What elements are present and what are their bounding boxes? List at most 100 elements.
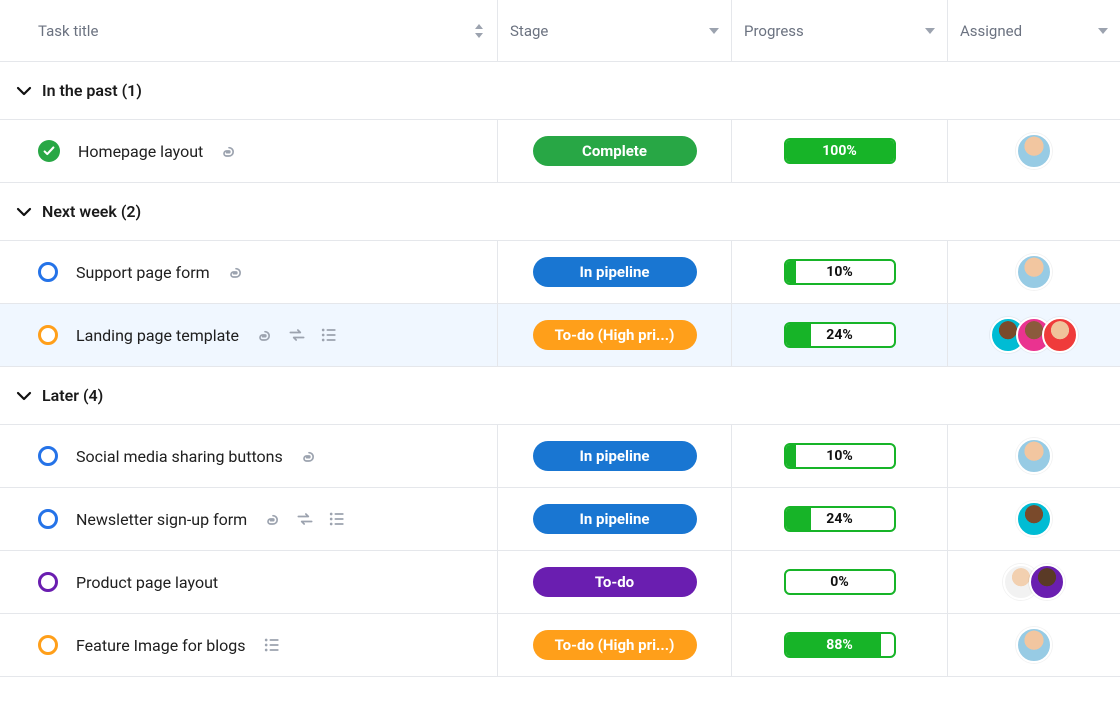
task-progress-cell: 10% bbox=[732, 241, 948, 303]
avatar[interactable] bbox=[1016, 627, 1052, 663]
avatar[interactable] bbox=[1029, 564, 1065, 600]
task-assigned-cell bbox=[948, 488, 1120, 550]
stage-label: To-do bbox=[595, 573, 634, 591]
status-circle-icon[interactable] bbox=[38, 446, 58, 466]
progress-bar[interactable]: 24% bbox=[784, 322, 896, 348]
column-header-assigned[interactable]: Assigned bbox=[948, 0, 1120, 61]
chevron-down-icon[interactable] bbox=[16, 388, 32, 404]
sort-icon[interactable] bbox=[473, 23, 485, 39]
avatar[interactable] bbox=[1016, 438, 1052, 474]
stage-pill[interactable]: To-do bbox=[533, 567, 697, 597]
task-name[interactable]: Newsletter sign-up form bbox=[76, 510, 247, 529]
assignee-avatars bbox=[1016, 254, 1052, 290]
task-row[interactable]: Product page layout To-do 0% bbox=[0, 551, 1120, 614]
stage-pill[interactable]: In pipeline bbox=[533, 257, 697, 287]
progress-bar[interactable]: 24% bbox=[784, 506, 896, 532]
task-name[interactable]: Support page form bbox=[76, 263, 210, 282]
group-header[interactable]: Next week (2) bbox=[0, 183, 1120, 241]
chevron-down-icon[interactable] bbox=[16, 83, 32, 99]
task-row[interactable]: Newsletter sign-up form In pipeline 24% bbox=[0, 488, 1120, 551]
status-circle-icon[interactable] bbox=[38, 262, 58, 282]
progress-value: 0% bbox=[786, 571, 894, 593]
task-stage-cell: To-do bbox=[498, 551, 732, 613]
stage-label: In pipeline bbox=[580, 447, 650, 465]
progress-bar[interactable]: 10% bbox=[784, 259, 896, 285]
stage-pill[interactable]: To-do (High pri...) bbox=[533, 630, 697, 660]
group-header[interactable]: In the past (1) bbox=[0, 62, 1120, 120]
stage-label: To-do (High pri...) bbox=[555, 636, 675, 654]
caret-down-icon[interactable] bbox=[925, 28, 935, 34]
column-header-stage[interactable]: Stage bbox=[498, 0, 732, 61]
stage-label: In pipeline bbox=[580, 263, 650, 281]
task-row[interactable]: Landing page template To-do (High pri...… bbox=[0, 304, 1120, 367]
stage-pill[interactable]: To-do (High pri...) bbox=[533, 320, 697, 350]
progress-value: 10% bbox=[786, 445, 894, 467]
task-progress-cell: 10% bbox=[732, 425, 948, 487]
chevron-down-icon[interactable] bbox=[16, 204, 32, 220]
task-title-cell: Landing page template bbox=[0, 304, 498, 366]
stage-label: Complete bbox=[582, 142, 647, 160]
status-circle-icon[interactable] bbox=[38, 509, 58, 529]
task-stage-cell: Complete bbox=[498, 120, 732, 182]
task-assigned-cell bbox=[948, 614, 1120, 676]
task-name[interactable]: Landing page template bbox=[76, 326, 239, 345]
progress-bar[interactable]: 88% bbox=[784, 632, 896, 658]
progress-bar[interactable]: 0% bbox=[784, 569, 896, 595]
task-name[interactable]: Feature Image for blogs bbox=[76, 636, 246, 655]
task-row[interactable]: Homepage layout Complete 100% bbox=[0, 120, 1120, 183]
stage-pill[interactable]: In pipeline bbox=[533, 441, 697, 471]
progress-bar[interactable]: 100% bbox=[784, 138, 896, 164]
avatar[interactable] bbox=[1042, 317, 1078, 353]
column-header-label: Assigned bbox=[960, 22, 1022, 40]
progress-bar[interactable]: 10% bbox=[784, 443, 896, 469]
task-name[interactable]: Homepage layout bbox=[78, 142, 203, 161]
task-progress-cell: 88% bbox=[732, 614, 948, 676]
status-circle-icon[interactable] bbox=[38, 635, 58, 655]
column-header-title[interactable]: Task title bbox=[0, 0, 498, 61]
attachment-icon bbox=[226, 262, 246, 282]
group-header[interactable]: Later (4) bbox=[0, 367, 1120, 425]
assignee-avatars bbox=[990, 317, 1078, 353]
task-row[interactable]: Social media sharing buttons In pipeline… bbox=[0, 425, 1120, 488]
task-indicator-icons bbox=[299, 446, 319, 466]
recurring-icon bbox=[287, 325, 307, 345]
attachment-icon bbox=[263, 509, 283, 529]
caret-down-icon[interactable] bbox=[1098, 28, 1108, 34]
task-stage-cell: In pipeline bbox=[498, 425, 732, 487]
progress-value: 10% bbox=[786, 261, 894, 283]
attachment-icon bbox=[219, 141, 239, 161]
assignee-avatars bbox=[1016, 438, 1052, 474]
task-title-cell: Social media sharing buttons bbox=[0, 425, 498, 487]
recurring-icon bbox=[295, 509, 315, 529]
subtasks-icon bbox=[327, 509, 347, 529]
progress-value: 100% bbox=[786, 140, 894, 162]
stage-pill[interactable]: Complete bbox=[533, 136, 697, 166]
column-header-label: Progress bbox=[744, 22, 804, 40]
task-row[interactable]: Support page form In pipeline 10% bbox=[0, 241, 1120, 304]
avatar[interactable] bbox=[1016, 501, 1052, 537]
task-stage-cell: To-do (High pri...) bbox=[498, 304, 732, 366]
avatar[interactable] bbox=[1016, 133, 1052, 169]
stage-pill[interactable]: In pipeline bbox=[533, 504, 697, 534]
column-header-label: Stage bbox=[510, 22, 548, 40]
caret-down-icon[interactable] bbox=[709, 28, 719, 34]
avatar[interactable] bbox=[1016, 254, 1052, 290]
task-assigned-cell bbox=[948, 120, 1120, 182]
progress-value: 88% bbox=[786, 634, 894, 656]
status-circle-icon[interactable] bbox=[38, 572, 58, 592]
attachment-icon bbox=[299, 446, 319, 466]
group-label: In the past (1) bbox=[42, 81, 142, 100]
status-circle-icon[interactable] bbox=[38, 325, 58, 345]
task-assigned-cell bbox=[948, 425, 1120, 487]
task-name[interactable]: Social media sharing buttons bbox=[76, 447, 283, 466]
subtasks-icon bbox=[262, 635, 282, 655]
status-complete-icon[interactable] bbox=[38, 140, 60, 162]
task-row[interactable]: Feature Image for blogs To-do (High pri.… bbox=[0, 614, 1120, 677]
task-progress-cell: 24% bbox=[732, 304, 948, 366]
task-indicator-icons bbox=[219, 141, 239, 161]
task-name[interactable]: Product page layout bbox=[76, 573, 218, 592]
task-stage-cell: To-do (High pri...) bbox=[498, 614, 732, 676]
assignee-avatars bbox=[1016, 627, 1052, 663]
column-header-progress[interactable]: Progress bbox=[732, 0, 948, 61]
task-indicator-icons bbox=[226, 262, 246, 282]
